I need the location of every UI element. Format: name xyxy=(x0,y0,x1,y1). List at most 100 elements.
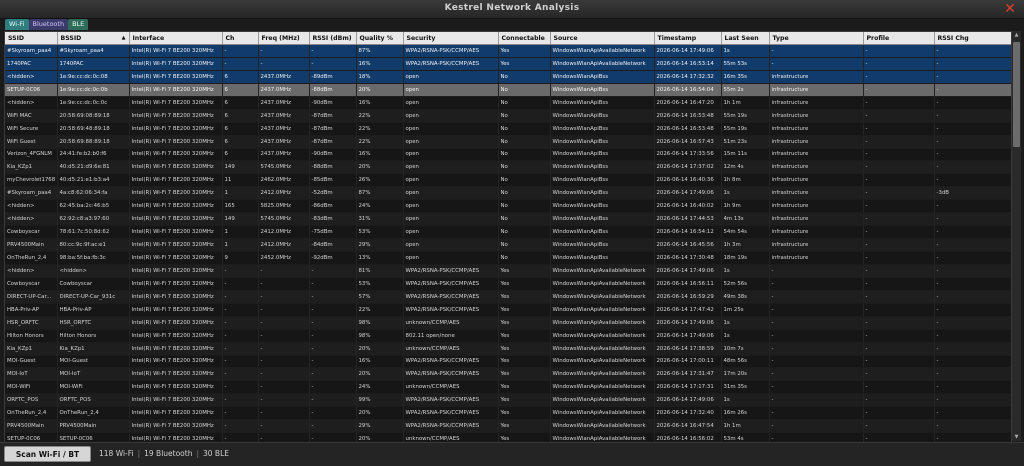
table-cell: - xyxy=(222,329,259,343)
table-row[interactable]: MOI-WiFi MOI-WiFi Intel(R) Wi-Fi 7 BE200 3… xyxy=(5,380,1011,395)
column-header-profile[interactable]: Profile xyxy=(863,32,935,45)
table-cell: 2462.0MHz xyxy=(258,173,310,188)
table-row[interactable]: PRV4500Main PRV4500Main Intel(R) Wi-Fi 7 B… xyxy=(5,419,1011,434)
table-cell: - xyxy=(309,355,357,369)
column-header-connectable[interactable]: Connectable xyxy=(498,32,551,45)
ble-count: 30 BLE xyxy=(203,449,229,458)
table-cell: 4m 13s xyxy=(721,212,770,227)
table-body: #Skyroam_paa4 #Skyroam_paa4 Intel(R) Wi-Fi… xyxy=(5,44,1011,442)
tab-wifi[interactable]: Wi-Fi xyxy=(5,19,29,30)
tab-bluetooth[interactable]: Bluetooth xyxy=(28,19,69,30)
table-row[interactable]: MOI-IoT MOI-IoT Intel(R) Wi-Fi 7 BE200 320… xyxy=(5,367,1011,382)
scroll-up-icon[interactable]: ▲ xyxy=(1012,31,1021,39)
table-row[interactable]: <hidden> <hidden> Intel(R) Wi-Fi 7 BE200 3… xyxy=(5,264,1011,278)
column-header-security[interactable]: Security xyxy=(403,32,499,45)
table-cell: No xyxy=(498,135,551,149)
table-cell: -88dBm xyxy=(309,160,357,175)
scrollbar-thumb[interactable] xyxy=(1013,42,1020,147)
column-header-bssid[interactable]: BSSID ▲ xyxy=(57,32,130,45)
table-cell: DIRECT-UP-Car... xyxy=(5,290,58,304)
column-header-quality[interactable]: Quality % xyxy=(356,32,404,45)
table-row[interactable]: WiFi Guest 20:58:69:88:89:18 Intel(R) Wi-F… xyxy=(5,135,1011,149)
table-cell: 1s xyxy=(721,393,770,408)
table-cell: Verizon_4FGNLM xyxy=(5,148,58,162)
column-header-rssi-dbm[interactable]: RSSI (dBm) xyxy=(309,32,357,45)
table-row[interactable]: PRV4500Main 80:cc:9c:9f:ac:e1 Intel(R) Wi-… xyxy=(5,238,1011,252)
table-row[interactable]: OnTheRun_2,4 98:ba:5f:ba:fb:3c Intel(R) Wi… xyxy=(5,251,1011,265)
table-cell: WPA2/RSNA-PSK/CCMP/AES xyxy=(403,57,499,71)
column-header-type[interactable]: Type xyxy=(769,32,864,45)
table-row[interactable]: OnTheRun_2,4 OnTheRun_2,4 Intel(R) Wi-Fi 7… xyxy=(5,406,1011,421)
table-row[interactable]: HSR_ORFTC HSR_ORFTC Intel(R) Wi-Fi 7 BE200… xyxy=(5,316,1011,330)
table-cell: - xyxy=(863,173,935,188)
table-cell: - xyxy=(769,44,864,58)
table-cell: 1m 25s xyxy=(721,303,770,317)
table-cell: - xyxy=(222,367,259,382)
column-header-ssid[interactable]: SSID xyxy=(5,32,58,45)
table-row[interactable]: Hilton Honors Hilton Honors Intel(R) Wi-Fi… xyxy=(5,329,1011,343)
table-row[interactable]: HBA-Priv-AP HBA-Priv-AP Intel(R) Wi-Fi 7 B… xyxy=(5,303,1011,317)
table-cell: No xyxy=(498,148,551,162)
table-row[interactable]: SETUP-0C06 1e:9e:cc:dc:0c:0b Intel(R) Wi-F… xyxy=(5,83,1011,97)
scroll-down-icon[interactable]: ▼ xyxy=(1012,433,1021,441)
table-cell: 98% xyxy=(356,329,404,343)
column-header-ch[interactable]: Ch xyxy=(222,32,259,45)
column-header-timestamp[interactable]: Timestamp xyxy=(654,32,722,45)
table-cell: PRV4500Main xyxy=(5,419,58,434)
tab-ble[interactable]: BLE xyxy=(68,19,89,30)
table-cell: Yes xyxy=(498,380,551,395)
table-cell: - xyxy=(258,380,310,395)
table-row[interactable]: MOI-Guest MOI-Guest Intel(R) Wi-Fi 7 BE200… xyxy=(5,355,1011,369)
table-row[interactable]: Cowboyscar Cowboyscar Intel(R) Wi-Fi 7 BE2… xyxy=(5,277,1011,291)
table-cell: Intel(R) Wi-Fi 7 BE200 320MHz xyxy=(129,122,223,136)
table-cell: Kia_KZp1 xyxy=(5,342,58,356)
table-cell: MOI-IoT xyxy=(57,367,130,382)
table-cell: - xyxy=(863,96,935,110)
status-bar: Scan Wi-Fi / BT 118 Wi-Fi | 19 Bluetooth | 3… xyxy=(0,442,1024,466)
table-cell: No xyxy=(498,122,551,136)
table-cell: - xyxy=(934,83,1011,97)
table-row[interactable]: Cowboyscar 78:61:7c:50:8d:62 Intel(R) Wi-F… xyxy=(5,225,1011,240)
column-header-label: Security xyxy=(406,34,436,42)
table-cell: Yes xyxy=(498,290,551,304)
table-cell: - xyxy=(863,367,935,382)
vertical-scrollbar[interactable]: ▲ ▼ xyxy=(1011,31,1021,441)
table-row[interactable]: <hidden> 62:45:ba:2c:46:b5 Intel(R) Wi-Fi … xyxy=(5,199,1011,214)
table-cell: - xyxy=(863,393,935,408)
table-row[interactable]: <hidden> 1e:9e:cc:dc:0c:0c Intel(R) Wi-Fi … xyxy=(5,96,1011,110)
table-row[interactable]: Verizon_4FGNLM 24:41:fe:b2:b0:f6 Intel(R) … xyxy=(5,148,1011,162)
close-icon[interactable]: ✕ xyxy=(1002,1,1018,17)
table-cell: 1s xyxy=(721,264,770,278)
sort-ascending-icon: ▲ xyxy=(121,34,126,41)
table-cell: 1h 1m xyxy=(721,419,770,434)
table-row[interactable]: 1740PAC 1740PAC Intel(R) Wi-Fi 7 BE200 320… xyxy=(5,57,1011,71)
table-row[interactable]: Kia_KZp1 Kia_KZp1 Intel(R) Wi-Fi 7 BE200 3… xyxy=(5,342,1011,356)
scan-button[interactable]: Scan Wi-Fi / BT xyxy=(4,446,91,462)
table-row[interactable]: ORFTC_POS ORFTC_POS Intel(R) Wi-Fi 7 BE200… xyxy=(5,393,1011,408)
table-row[interactable]: <hidden> 62:92:c8:a3:97:60 Intel(R) Wi-Fi … xyxy=(5,212,1011,227)
table-cell: 18m 19s xyxy=(721,251,770,265)
column-header-source[interactable]: Source xyxy=(550,32,655,45)
table-cell: -90dBm xyxy=(309,96,357,110)
wifi-count: 118 Wi-Fi xyxy=(99,449,134,458)
table-row[interactable]: WiFi MAC 20:58:69:08:89:18 Intel(R) Wi-Fi … xyxy=(5,109,1011,123)
table-cell: - xyxy=(222,419,259,434)
table-cell: - xyxy=(934,238,1011,252)
table-row[interactable]: #Skyroam_paa4 4a:c8:62:06:34:fa Intel(R) W… xyxy=(5,186,1011,201)
table-cell: ORFTC_POS xyxy=(57,393,130,408)
table-cell: - xyxy=(258,355,310,369)
table-cell: -86dBm xyxy=(309,199,357,214)
table-cell: 1s xyxy=(721,316,770,330)
table-row[interactable]: #Skyroam_paa4 #Skyroam_paa4 Intel(R) Wi-Fi… xyxy=(5,44,1011,58)
column-header-rssi-chg[interactable]: RSSI Chg xyxy=(934,32,1011,45)
table-row[interactable]: <hidden> 1e:9e:cc:dc:0c:08 Intel(R) Wi-Fi … xyxy=(5,70,1011,84)
table-row[interactable]: Kia_KZp1 40:d5:21:d9:6e:81 Intel(R) Wi-Fi … xyxy=(5,160,1011,175)
table-cell: - xyxy=(863,290,935,304)
table-row[interactable]: DIRECT-UP-Car... DIRECT-UP-Car_931c Intel(… xyxy=(5,290,1011,304)
column-header-interface[interactable]: Interface xyxy=(129,32,223,45)
table-row[interactable]: WiFi Secure 20:58:69:48:89:18 Intel(R) Wi-… xyxy=(5,122,1011,136)
table-row[interactable]: myChevrolet1768 40:d5:21:e1:b3:a4 Intel(R)… xyxy=(5,173,1011,188)
table-cell: - xyxy=(222,406,259,421)
column-header-last-seen[interactable]: Last Seen xyxy=(721,32,770,45)
column-header-freq-mhz[interactable]: Freq (MHz) xyxy=(258,32,310,45)
